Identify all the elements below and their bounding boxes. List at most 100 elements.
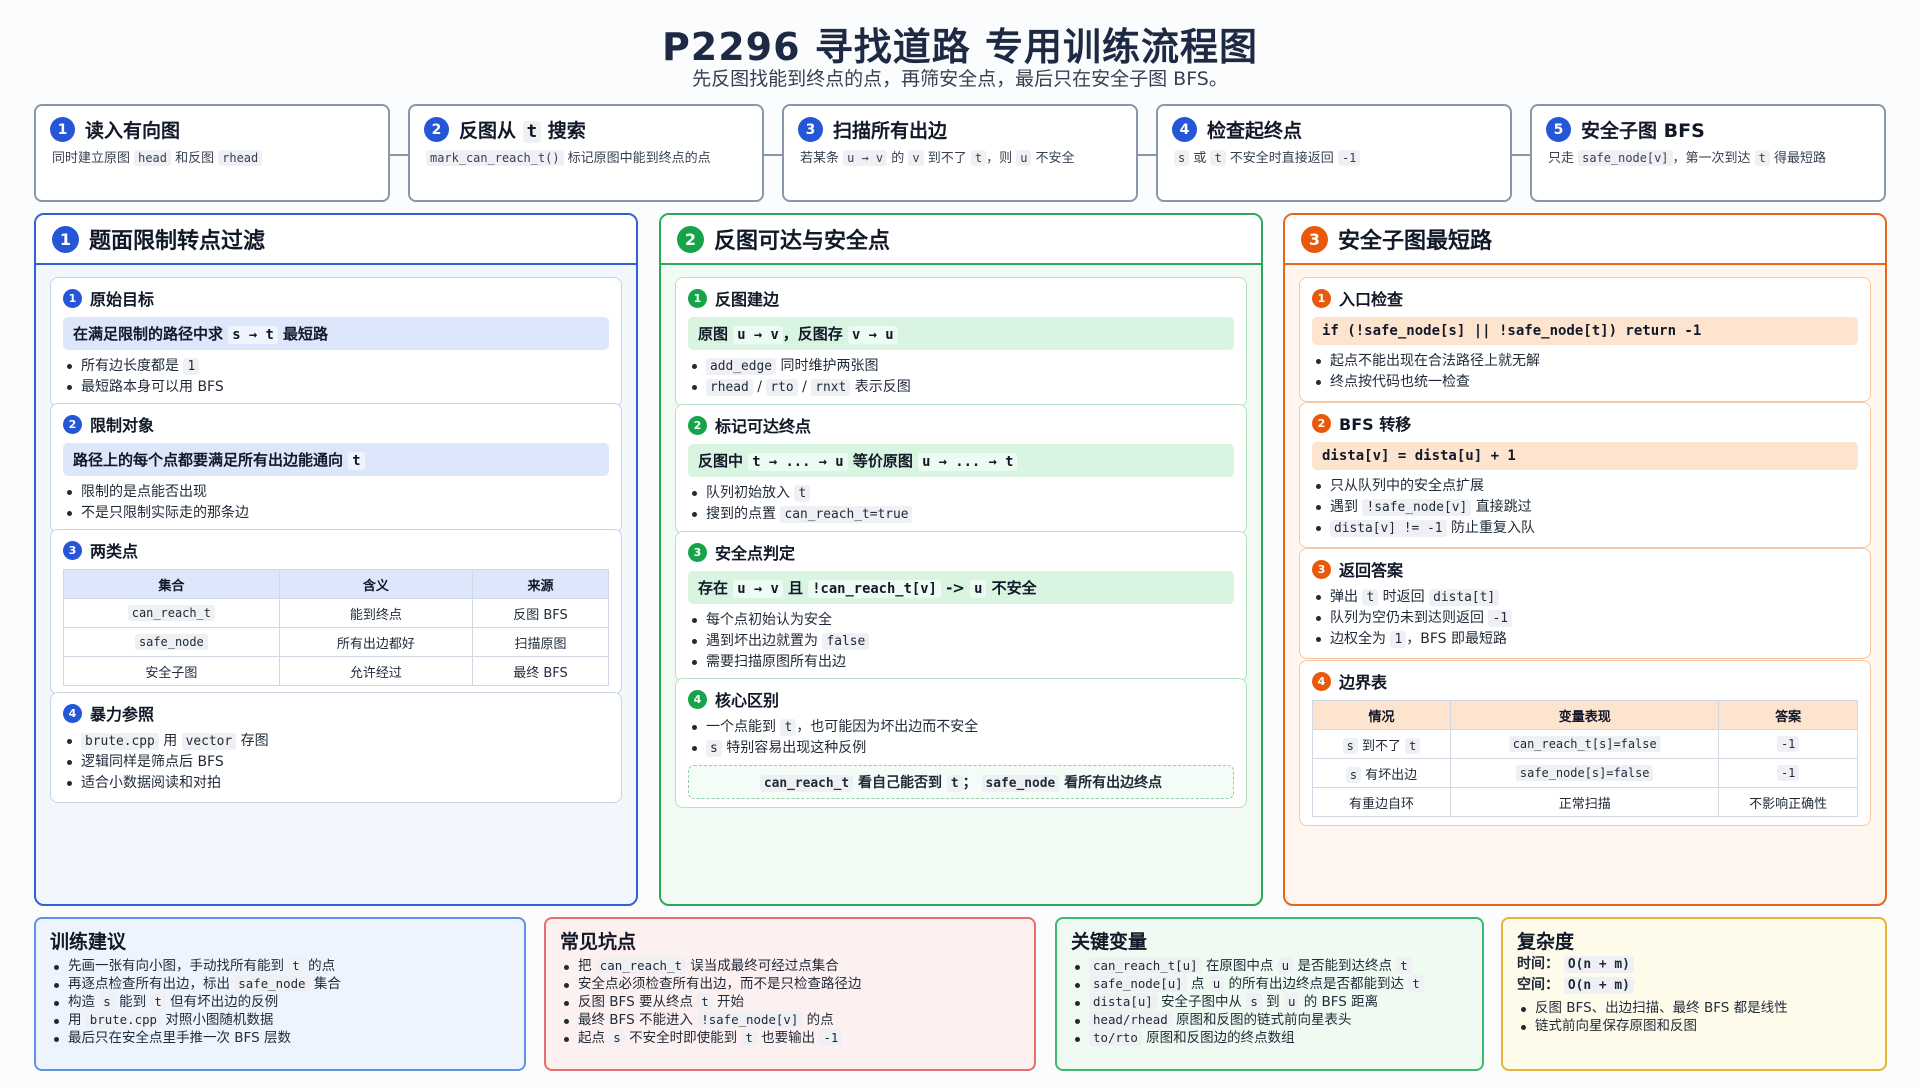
complexity: 复杂度 时间： O(n + m) 空间： O(n + m) 反图 BFS、出边扫… (1501, 917, 1887, 1071)
list-item: 一个点能到 t ，也可能因为坏出边而不安全 (688, 717, 1234, 738)
step-desc: s 或 t 不安全时直接返回 -1 (1172, 149, 1496, 168)
step-desc: 同时建立原图 head 和反图 rhead (50, 149, 374, 168)
list-item: 用 brute.cpp 对照小图随机数据 (50, 1011, 510, 1029)
list-item: 链式前向星保存原图和反图 (1517, 1017, 1871, 1035)
table-cell: 扫描原图 (472, 627, 609, 657)
step-3: 3 扫描所有出边 若某条 u → v 的 v 到不了 t ，则 u 不安全 (782, 104, 1138, 202)
list-item: 每个点初始认为安全 (688, 610, 1234, 631)
space-complexity: 空间： O(n + m) (1517, 975, 1871, 996)
table-header: 含义 (278, 569, 474, 599)
table-row: 有重边自环 正常扫描 不影响正确性 (1311, 787, 1858, 817)
difference-note: can_reach_t 看自己能否到 t； safe_node 看所有出边终点 (688, 765, 1234, 799)
list-item: 构造 s 能到 t 但有坏出边的反例 (50, 993, 510, 1011)
card-number: 1 (688, 288, 707, 308)
card-list: 一个点能到 t ，也可能因为坏出边而不安全 s 特别容易出现这种反例 (688, 717, 1234, 759)
panel-constraint-filter: 1 题面限制转点过滤 1 原始目标 在满足限制的路径中求 s → t 最短路 所有边… (34, 213, 638, 906)
step-number: 5 (1546, 117, 1571, 142)
list-item: 反图 BFS 要从终点 t 开始 (560, 993, 1020, 1011)
list-item: 反图 BFS、出边扫描、最终 BFS 都是线性 (1517, 999, 1871, 1017)
card-number: 2 (1312, 413, 1331, 433)
table-row: s 有坏出边 safe_node[s]=false -1 (1311, 758, 1858, 788)
card-list: 队列初始放入 t 搜到的点置 can_reach_t=true (688, 483, 1234, 525)
box-title: 关键变量 (1071, 931, 1148, 953)
step-2: 2 反图从 t 搜索 mark_can_reach_t() 标记原图中能到终点的点 (408, 104, 764, 202)
step-1: 1 读入有向图 同时建立原图 head 和反图 rhead (34, 104, 390, 202)
card-title: 暴力参照 (90, 705, 155, 724)
step-5: 5 安全子图 BFS 只走 safe_node[v] ，第一次到达 t 得最短路 (1530, 104, 1886, 202)
panel-reverse-reach: 2 反图可达与安全点 1 反图建边 原图 u → v ，反图存 v → u add_e… (659, 213, 1263, 906)
list-item: safe_node[u] 点 u 的所有出边终点是否都能到达 t (1071, 975, 1468, 993)
list-item: add_edge 同时维护两张图 (688, 356, 1234, 377)
table-header: 变量表现 (1450, 700, 1720, 730)
box-title: 常见坑点 (560, 931, 637, 953)
card-highlight: 存在 u → v 且 !can_reach_t[v] -> u 不安全 (688, 571, 1234, 604)
table-cell: 反图 BFS (472, 598, 609, 628)
steps-row: 1 读入有向图 同时建立原图 head 和反图 rhead 2 反图从 t 搜索 m… (34, 104, 1886, 202)
card-title: 安全点判定 (715, 544, 796, 563)
box-list: 反图 BFS、出边扫描、最终 BFS 都是线性 链式前向星保存原图和反图 (1517, 999, 1871, 1035)
panel-title: 题面限制转点过滤 (89, 229, 266, 254)
table-cell: can_reach_t (127, 604, 215, 621)
panel-header: 3 安全子图最短路 (1285, 215, 1885, 265)
card-number: 4 (63, 703, 82, 723)
list-item: 边权全为 1 ，BFS 即最短路 (1312, 629, 1858, 650)
step-number: 4 (1172, 117, 1197, 142)
card-title: 边界表 (1339, 673, 1388, 692)
list-item: 搜到的点置 can_reach_t=true (688, 504, 1234, 525)
list-item: 适合小数据阅读和对拍 (63, 773, 609, 794)
step-title: 安全子图 BFS (1581, 120, 1705, 142)
panel-title: 反图可达与安全点 (714, 229, 891, 254)
list-item: 把 can_reach_t 误当成最终可经过点集合 (560, 957, 1020, 975)
list-item: to/rto 原图和反图边的终点数组 (1071, 1029, 1468, 1047)
table-row: s 到不了 t can_reach_t[s]=false -1 (1311, 729, 1858, 759)
list-item: 遇到 !safe_node[v] 直接跳过 (1312, 497, 1858, 518)
key-variables: 关键变量 can_reach_t[u] 在原图中点 u 是否能到达终点 t saf… (1055, 917, 1484, 1071)
card-title: 两类点 (90, 542, 139, 561)
step-desc: 若某条 u → v 的 v 到不了 t ，则 u 不安全 (800, 150, 1075, 166)
table-cell: 最终 BFS (472, 656, 609, 686)
list-item: dista[v] != -1 防止重复入队 (1312, 518, 1858, 539)
card-number: 4 (688, 689, 707, 709)
table-cell: 有重边自环 (1311, 787, 1452, 817)
list-item: 安全点必须检查所有出边，而不是只检查路径边 (560, 975, 1020, 993)
card-bfs-transfer: 2 BFS 转移 dista[v] = dista[u] + 1 只从队列中的安全… (1299, 402, 1871, 548)
panel-number: 1 (52, 225, 79, 253)
table-cell: 能到终点 (278, 598, 474, 628)
list-item: dista[u] 安全子图中从 s 到 u 的 BFS 距离 (1071, 993, 1468, 1011)
table-header: 来源 (472, 569, 609, 599)
card-mark-reach: 2 标记可达终点 反图中 t → ... → u 等价原图 u → ... → t… (675, 404, 1247, 534)
list-item: rhead / rto / rnxt 表示反图 (688, 377, 1234, 398)
card-highlight: 反图中 t → ... → u 等价原图 u → ... → t (688, 444, 1234, 477)
list-item: head/rhead 原图和反图的链式前向星表头 (1071, 1011, 1468, 1029)
card-title: BFS 转移 (1339, 415, 1412, 434)
list-item: 需要扫描原图所有出边 (688, 652, 1234, 673)
list-item: 最后只在安全点里手推一次 BFS 层数 (50, 1029, 510, 1047)
card-highlight: 路径上的每个点都要满足所有出边能通向 t (63, 443, 609, 476)
list-item: 只从队列中的安全点扩展 (1312, 476, 1858, 497)
card-reverse-edges: 1 反图建边 原图 u → v ，反图存 v → u add_edge 同时维护两张… (675, 277, 1247, 407)
list-item: 再逐点检查所有出边，标出 safe_node 集合 (50, 975, 510, 993)
box-title: 复杂度 (1517, 931, 1575, 953)
list-item: 逻辑同样是筛点后 BFS (63, 752, 609, 773)
step-title: 读入有向图 (85, 120, 181, 142)
table-cell: can_reach_t[s]=false (1450, 729, 1720, 759)
card-original-goal: 1 原始目标 在满足限制的路径中求 s → t 最短路 所有边长度都是 1 最短路本… (50, 277, 622, 407)
panel-title: 安全子图最短路 (1338, 229, 1493, 254)
table-cell: 所有出边都好 (278, 627, 474, 657)
card-number: 4 (1312, 671, 1331, 691)
box-list: can_reach_t[u] 在原图中点 u 是否能到达终点 t safe_nod… (1071, 957, 1468, 1047)
card-safe-check: 3 安全点判定 存在 u → v 且 !can_reach_t[v] -> u 不… (675, 531, 1247, 682)
card-list: 弹出 t 时返回 dista[t] 队列为空仍未到达则返回 -1 边权全为 1 ，BF… (1312, 587, 1858, 650)
card-number: 2 (688, 415, 707, 435)
training-advice: 训练建议 先画一张有向小图，手动找所有能到 t 的点 再逐点检查所有出边，标出 s… (34, 917, 526, 1071)
card-constraint-target: 2 限制对象 路径上的每个点都要满足所有出边能通向 t 限制的是点能否出现 不是只限… (50, 403, 622, 533)
card-title: 核心区别 (715, 691, 780, 710)
card-code: dista[v] = dista[u] + 1 (1312, 442, 1858, 470)
list-item: brute.cpp 用 vector 存图 (63, 731, 609, 752)
boundary-table: 情况 变量表现 答案 s 到不了 t can_reach_t[s]=false -1… (1311, 700, 1858, 817)
page-title: P2296 寻找道路 专用训练流程图 (661, 25, 1259, 69)
step-title: 检查起终点 (1207, 120, 1303, 142)
list-item: can_reach_t[u] 在原图中点 u 是否能到达终点 t (1071, 957, 1468, 975)
panel-number: 2 (677, 225, 704, 253)
card-list: 所有边长度都是 1 最短路本身可以用 BFS (63, 356, 609, 398)
